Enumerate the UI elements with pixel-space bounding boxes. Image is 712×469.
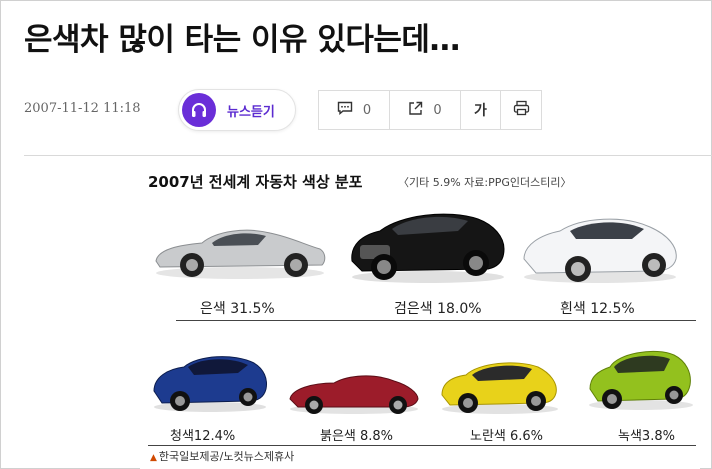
listen-news-label: 뉴스듣기 [227, 105, 275, 120]
white-car-image [520, 209, 680, 285]
comment-button[interactable]: 0 [319, 91, 390, 129]
red-car-image [286, 365, 422, 415]
credit-arrow-icon: ▲ [150, 453, 157, 463]
listen-news-button[interactable]: 뉴스듣기 [178, 89, 296, 131]
yellow-car-image [438, 355, 562, 415]
font-size-glyph: 가 [474, 103, 487, 119]
blue-label: 청색12.4% [170, 429, 236, 444]
printer-icon [513, 100, 530, 120]
share-count: 0 [433, 102, 442, 118]
green-label: 녹색3.8% [618, 429, 675, 444]
figure-credit: ▲ 한국일보제공/노컷뉴스제휴사 [150, 448, 294, 464]
red-label: 붉은색 8.8% [320, 429, 394, 444]
meta-divider [24, 155, 712, 156]
share-button[interactable]: 0 [390, 91, 461, 129]
yellow-label: 노란색 6.6% [470, 429, 544, 444]
figure-credit-text: 한국일보제공/노컷뉴스제휴사 [158, 450, 295, 463]
black-label: 검은색 18.0% [394, 301, 482, 317]
share-icon [408, 101, 423, 120]
comment-icon [337, 101, 353, 119]
comment-count: 0 [362, 102, 372, 118]
article-tools: 0 0 가 [318, 90, 542, 130]
figure-title: 2007년 전세계 자동차 색상 분포 [148, 173, 363, 191]
headphones-icon [182, 93, 216, 127]
top-row-rule [176, 320, 696, 321]
article-meta-row: 2007-11-12 11:18 뉴스듣기 0 0 가 [24, 88, 694, 132]
bottom-row-rule [148, 445, 696, 446]
figure-note: 〈기타 5.9% 자료:PPG인더스티리〉 [398, 176, 572, 189]
font-size-button[interactable]: 가 [461, 91, 501, 129]
print-button[interactable] [501, 91, 541, 129]
silver-label: 은색 31.5% [200, 301, 275, 317]
black-car-image [348, 205, 508, 285]
article-headline: 은색차 많이 타는 이유 있다는데… [24, 22, 460, 58]
silver-car-image [150, 215, 330, 281]
white-label: 흰색 12.5% [560, 301, 635, 317]
blue-car-image [150, 349, 270, 413]
car-color-figure: 2007년 전세계 자동차 색상 분포 〈기타 5.9% 자료:PPG인더스티리… [140, 163, 700, 469]
green-car-image [586, 345, 696, 411]
article-date: 2007-11-12 11:18 [24, 101, 141, 116]
